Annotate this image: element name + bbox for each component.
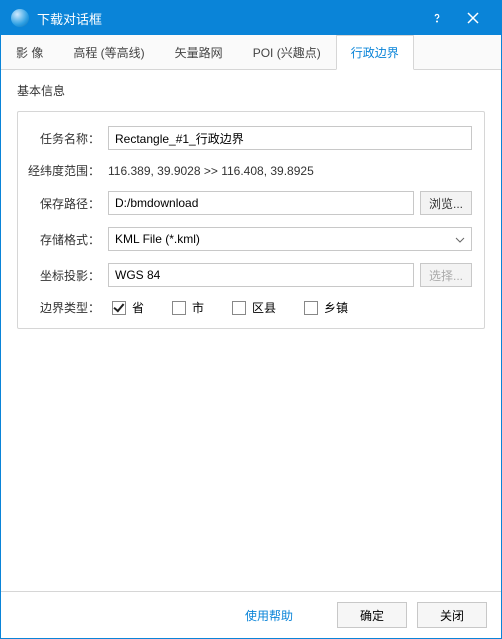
label-task-name: 任务名称： (30, 130, 100, 147)
group-title: 基本信息 (17, 82, 485, 99)
group-box: 任务名称： 经纬度范围： 116.389, 39.9028 >> 116.408… (17, 111, 485, 329)
label-boundary-type: 边界类型： (30, 299, 100, 316)
tab-image[interactable]: 影 像 (1, 35, 58, 69)
content-area: 基本信息 任务名称： 经纬度范围： 116.389, 39.9028 >> 11… (1, 70, 501, 591)
chevron-down-icon (455, 232, 465, 246)
checkbox-township[interactable]: 乡镇 (304, 299, 348, 316)
titlebar: 下载对话框 (1, 1, 501, 35)
checkbox-label: 区县 (252, 299, 276, 316)
help-button[interactable] (419, 1, 455, 35)
save-path-input[interactable] (108, 191, 414, 215)
close-button[interactable]: 关闭 (417, 602, 487, 628)
projection-input[interactable] (108, 263, 414, 287)
tab-poi[interactable]: POI (兴趣点) (238, 35, 336, 69)
checkbox-province[interactable]: 省 (112, 299, 144, 316)
tab-elevation[interactable]: 高程 (等高线) (58, 35, 159, 69)
tab-vector-roads[interactable]: 矢量路网 (160, 35, 238, 69)
checkbox-icon (304, 301, 318, 315)
window-title: 下载对话框 (37, 9, 419, 28)
checkbox-icon (112, 301, 126, 315)
storage-format-select[interactable]: KML File (*.kml) (108, 227, 472, 251)
label-bbox: 经纬度范围： (20, 162, 100, 179)
close-window-button[interactable] (455, 1, 491, 35)
checkbox-icon (232, 301, 246, 315)
checkbox-icon (172, 301, 186, 315)
tab-bar: 影 像 高程 (等高线) 矢量路网 POI (兴趣点) 行政边界 (1, 35, 501, 70)
checkbox-label: 省 (132, 299, 144, 316)
select-projection-button: 选择... (420, 263, 472, 287)
checkbox-city[interactable]: 市 (172, 299, 204, 316)
browse-button[interactable]: 浏览... (420, 191, 472, 215)
checkbox-label: 乡镇 (324, 299, 348, 316)
bbox-value: 116.389, 39.9028 >> 116.408, 39.8925 (108, 164, 314, 178)
checkbox-district[interactable]: 区县 (232, 299, 276, 316)
boundary-type-checks: 省 市 区县 乡镇 (112, 299, 348, 316)
footer: 使用帮助 确定 关闭 (1, 591, 501, 638)
storage-format-value: KML File (*.kml) (115, 232, 200, 246)
help-link[interactable]: 使用帮助 (245, 607, 293, 624)
label-projection: 坐标投影： (30, 267, 100, 284)
checkbox-label: 市 (192, 299, 204, 316)
ok-button[interactable]: 确定 (337, 602, 407, 628)
tab-admin-boundary[interactable]: 行政边界 (336, 35, 414, 70)
task-name-input[interactable] (108, 126, 472, 150)
label-storage-format: 存储格式： (30, 231, 100, 248)
label-save-path: 保存路径： (30, 195, 100, 212)
app-icon (11, 9, 29, 27)
